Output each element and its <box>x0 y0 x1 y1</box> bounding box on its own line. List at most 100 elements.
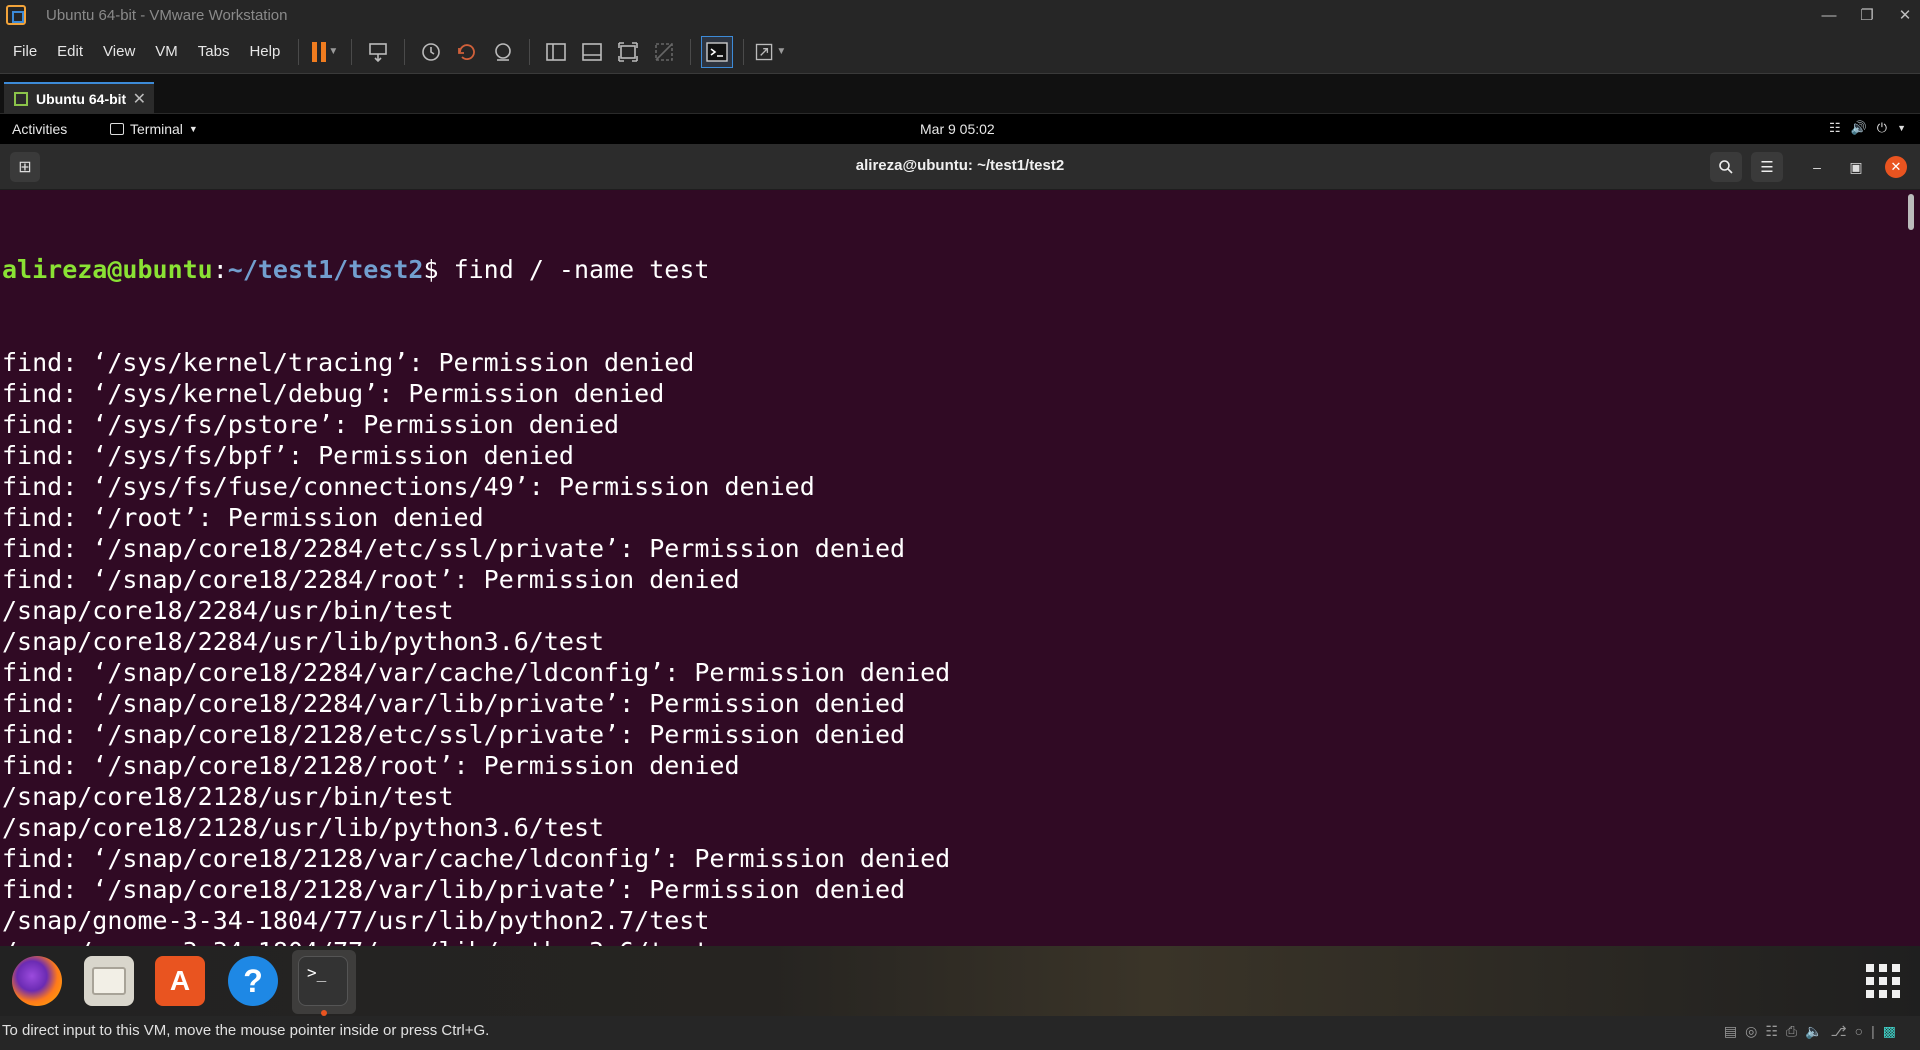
prompt-path: ~/test1/test2 <box>227 255 424 284</box>
message-log-icon[interactable]: ▩ <box>1883 1023 1896 1040</box>
output-line: /snap/core18/2128/usr/lib/python3.6/test <box>2 813 605 842</box>
terminal-headerbar: ⊞ alireza@ubuntu: ~/test1/test2 ☰ – ▣ ✕ <box>0 144 1920 190</box>
minimize-icon[interactable]: — <box>1814 0 1844 30</box>
tab-ubuntu-vm[interactable]: Ubuntu 64-bit ✕ <box>4 82 154 114</box>
terminal-close-button[interactable]: ✕ <box>1885 156 1907 178</box>
pause-vm-button[interactable]: ▼ <box>309 36 341 68</box>
search-button[interactable] <box>1710 152 1742 182</box>
prompt-end: $ <box>423 255 454 284</box>
vmware-statusbar: To direct input to this VM, move the mou… <box>0 1016 1920 1050</box>
gnome-top-bar: Activities Terminal ▼ Mar 9 05:02 ☷ 🔊 ⏻ … <box>0 114 1920 144</box>
full-screen-icon <box>618 41 639 62</box>
firefox-icon[interactable] <box>12 956 62 1006</box>
restore-icon[interactable]: ❐ <box>1852 0 1882 30</box>
output-line: find: ‘/sys/fs/bpf’: Permission denied <box>2 441 574 470</box>
toolbar-separator <box>529 38 531 65</box>
output-line: find: ‘/snap/core18/2128/root’: Permissi… <box>2 751 740 780</box>
prompt-line: alireza@ubuntu:~/test1/test2$ find / -na… <box>2 254 950 285</box>
full-screen-button[interactable] <box>612 36 644 68</box>
terminal-icon[interactable]: >_ <box>298 956 348 1006</box>
terminal-app-icon <box>110 123 124 135</box>
snapshot-manager-icon <box>495 42 512 61</box>
send-ctrl-alt-del-button[interactable] <box>362 36 394 68</box>
prompt-user: alireza@ubuntu <box>2 255 213 284</box>
sound-card-icon[interactable]: 🔈 <box>1805 1023 1822 1040</box>
ubuntu-dock: A ? >_ <box>0 946 1920 1016</box>
show-library-button[interactable] <box>540 36 572 68</box>
output-line: find: ‘/snap/core18/2284/root’: Permissi… <box>2 565 740 594</box>
stretch-icon <box>756 43 773 60</box>
output-line: find: ‘/sys/fs/fuse/connections/49’: Per… <box>2 472 815 501</box>
terminal-scrollbar[interactable] <box>1908 194 1914 230</box>
snapshot-manager-button[interactable] <box>487 36 519 68</box>
chevron-down-icon: ▼ <box>1897 123 1906 133</box>
vmware-menubar: File Edit View VM Tabs Help ▼ ▼ <box>0 30 1920 74</box>
activities-button[interactable]: Activities <box>12 121 67 137</box>
output-line: /snap/core18/2128/usr/bin/test <box>2 782 454 811</box>
hamburger-icon: ☰ <box>1760 159 1774 176</box>
show-applications-icon[interactable] <box>1866 964 1900 998</box>
snapshot-button[interactable] <box>415 36 447 68</box>
search-icon <box>1719 160 1733 174</box>
unity-button[interactable] <box>648 36 680 68</box>
terminal-maximize-button[interactable]: ▣ <box>1846 157 1866 177</box>
volume-icon: 🔊 <box>1850 120 1867 135</box>
system-status-area[interactable]: ☷ 🔊 ⏻ ▼ <box>1829 120 1906 136</box>
hard-disk-icon[interactable]: ▤ <box>1724 1023 1737 1040</box>
send-keys-icon <box>369 42 388 62</box>
output-line: find: ‘/snap/core18/2128/etc/ssl/private… <box>2 720 906 749</box>
chevron-down-icon: ▼ <box>776 46 787 57</box>
output-line: find: ‘/snap/core18/2128/var/lib/private… <box>2 875 906 904</box>
menu-view[interactable]: View <box>93 43 145 60</box>
chevron-down-icon: ▼ <box>188 124 198 134</box>
menu-file[interactable]: File <box>0 43 47 60</box>
software-store-icon[interactable]: A <box>155 956 205 1006</box>
stretch-view-button[interactable]: ▼ <box>754 36 786 68</box>
terminal-minimize-button[interactable]: – <box>1807 157 1827 177</box>
menu-edit[interactable]: Edit <box>47 43 93 60</box>
vmware-logo-icon <box>6 5 26 25</box>
chevron-down-icon: ▼ <box>328 46 339 57</box>
vm-icon <box>14 92 28 106</box>
console-icon <box>706 41 729 62</box>
hamburger-menu-button[interactable]: ☰ <box>1751 152 1783 182</box>
help-icon[interactable]: ? <box>228 956 278 1006</box>
console-view-button[interactable] <box>701 35 734 68</box>
close-icon[interactable]: ✕ <box>1890 0 1920 30</box>
clock[interactable]: Mar 9 05:02 <box>920 121 995 137</box>
output-line: find: ‘/sys/kernel/tracing’: Permission … <box>2 348 695 377</box>
output-line: /snap/gnome-3-34-1804/77/usr/lib/python2… <box>2 906 710 935</box>
vmware-tabbar: Ubuntu 64-bit ✕ <box>0 74 1920 114</box>
printer-icon[interactable]: ⎙ <box>1786 1023 1797 1040</box>
device-status-icons: ▤ ◎ ☷ ⎙ 🔈 ⎇ ○ | ▩ <box>1724 1023 1896 1040</box>
prompt-separator: : <box>212 255 228 284</box>
usb-icon[interactable]: ⎇ <box>1831 1023 1847 1040</box>
library-icon <box>546 42 567 61</box>
app-menu[interactable]: Terminal ▼ <box>110 121 198 137</box>
menu-tabs[interactable]: Tabs <box>188 43 240 60</box>
output-line: find: ‘/snap/core18/2284/var/cache/ldcon… <box>2 658 951 687</box>
output-line: find: ‘/snap/core18/2284/etc/ssl/private… <box>2 534 906 563</box>
terminal-title: alireza@ubuntu: ~/test1/test2 <box>855 157 1065 174</box>
output-line: find: ‘/sys/kernel/debug’: Permission de… <box>2 379 665 408</box>
cd-dvd-icon[interactable]: ◎ <box>1745 1023 1757 1040</box>
output-line: /snap/core18/2284/usr/lib/python3.6/test <box>2 627 605 656</box>
window-controls: — ❐ ✕ <box>1806 0 1920 30</box>
display-icon[interactable]: ○ <box>1855 1023 1863 1040</box>
command-text: find / -name test <box>453 255 710 284</box>
menu-vm[interactable]: VM <box>145 43 188 60</box>
pause-icon <box>312 41 327 62</box>
vmware-titlebar: Ubuntu 64-bit - VMware Workstation — ❐ ✕ <box>0 0 1920 30</box>
network-adapter-icon[interactable]: ☷ <box>1765 1023 1778 1040</box>
output-line: find: ‘/snap/core18/2284/var/lib/private… <box>2 689 906 718</box>
files-icon[interactable] <box>84 956 134 1006</box>
tab-label: Ubuntu 64-bit <box>36 91 127 107</box>
menu-help[interactable]: Help <box>239 43 290 60</box>
unity-icon <box>655 42 674 61</box>
thumbnail-bar-button[interactable] <box>576 36 608 68</box>
output-line: /snap/gnome-3-34-1804/77/usr/lib/python3… <box>2 936 950 946</box>
toolbar-separator <box>298 38 300 65</box>
revert-snapshot-button[interactable] <box>451 36 483 68</box>
close-tab-icon[interactable]: ✕ <box>133 89 146 109</box>
terminal-output-area[interactable]: alireza@ubuntu:~/test1/test2$ find / -na… <box>0 190 1920 946</box>
